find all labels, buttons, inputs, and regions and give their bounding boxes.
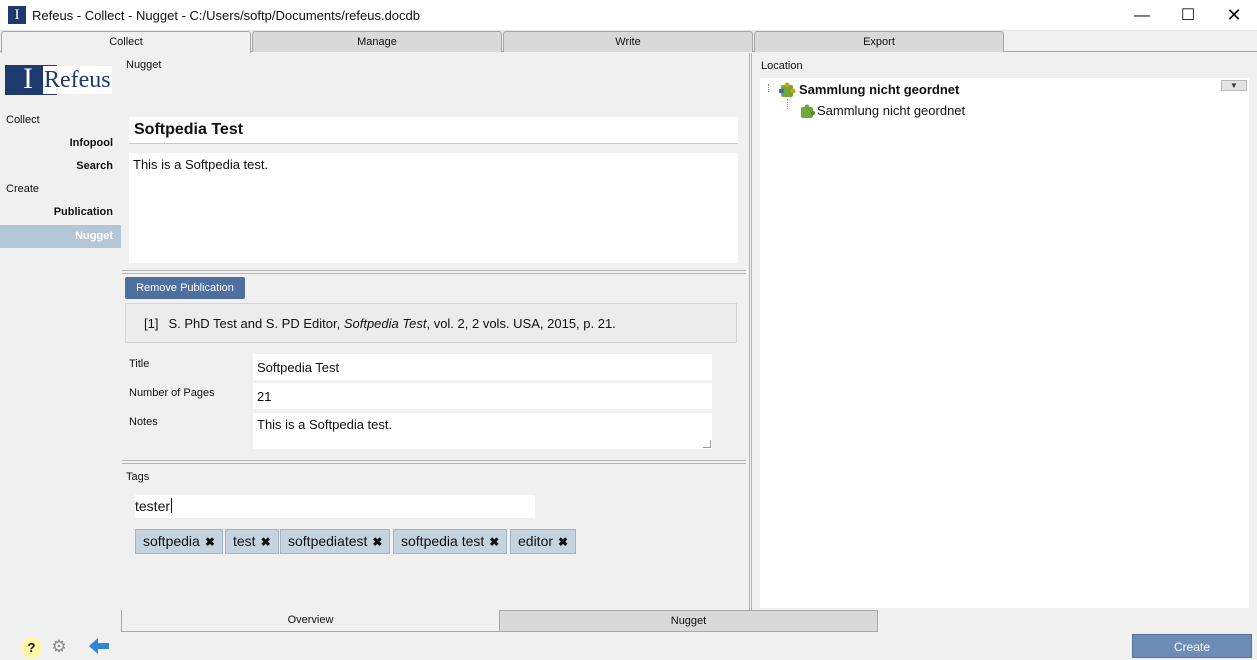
tag-chip[interactable]: test ✖	[225, 529, 279, 554]
refeus-logo: I Refeus	[5, 62, 115, 95]
nugget-section-label: Nugget	[126, 59, 162, 71]
remove-tag-icon[interactable]: ✖	[558, 535, 568, 549]
remove-tag-icon[interactable]: ✖	[372, 535, 382, 549]
location-dropdown-button[interactable]: ▼	[1221, 80, 1247, 91]
section-splitter[interactable]	[122, 270, 746, 274]
maximize-button[interactable]: ☐	[1165, 0, 1211, 31]
remove-publication-button[interactable]: Remove Publication	[125, 277, 245, 299]
panel-splitter[interactable]	[749, 53, 752, 610]
title-bar: I Refeus - Collect - Nugget - C:/Users/s…	[0, 0, 1257, 31]
tree-connector	[768, 84, 769, 92]
bottom-tab-bar: Overview Nugget	[121, 610, 878, 632]
puzzle-item-icon	[801, 104, 815, 118]
tag-chip-label: softpedia test	[401, 533, 485, 549]
tag-chip[interactable]: softpediatest ✖	[280, 529, 391, 554]
tag-chip[interactable]: editor ✖	[510, 529, 577, 554]
puzzle-folder-icon	[779, 82, 796, 97]
sidebar-item-nugget-label: Nugget	[75, 230, 113, 242]
sidebar-item-publication[interactable]: Publication	[54, 206, 113, 218]
close-button[interactable]: ✕	[1211, 0, 1257, 31]
location-tree[interactable]	[760, 78, 1249, 608]
gear-icon[interactable]: ⚙	[50, 638, 68, 656]
citation-box: [1] S. PhD Test and S. PD Editor, Softped…	[125, 303, 737, 343]
logo-mark-letter: I	[23, 62, 33, 95]
resize-grip-icon[interactable]	[703, 440, 711, 448]
tags-label: Tags	[126, 471, 150, 483]
pages-field-label: Number of Pages	[129, 387, 215, 399]
notes-text: This is a Softpedia test.	[257, 417, 393, 432]
citation-title: Softpedia Test	[343, 316, 427, 331]
main-tab-bar: Collect Manage Write Export	[0, 31, 1257, 53]
nugget-title-input[interactable]: Softpedia Test	[129, 117, 738, 144]
tree-root-node[interactable]: Sammlung nicht geordnet	[799, 82, 959, 97]
citation-number: [1]	[144, 316, 159, 331]
back-arrow-icon[interactable]	[88, 636, 110, 656]
remove-tag-icon[interactable]: ✖	[489, 535, 499, 549]
nav-group-create: Create	[6, 183, 40, 195]
tag-chip-label: softpedia	[143, 533, 200, 549]
sidebar-item-search[interactable]: Search	[76, 160, 113, 172]
tab-export[interactable]: Export	[754, 31, 1004, 52]
notes-textarea[interactable]: This is a Softpedia test.	[253, 413, 712, 449]
tag-chip-label: test	[233, 533, 256, 549]
tag-chip[interactable]: softpedia test ✖	[393, 529, 508, 554]
tag-chip-label: softpediatest	[288, 533, 368, 549]
tree-connector	[787, 99, 788, 109]
remove-tag-icon[interactable]: ✖	[261, 535, 271, 549]
tab-write[interactable]: Write	[503, 31, 753, 52]
citation-details: , vol. 2, 2 vols. USA, 2015, p. 21.	[426, 316, 616, 331]
tab-nugget[interactable]: Nugget	[499, 610, 878, 632]
tags-splitter[interactable]	[122, 460, 746, 464]
window-title: Refeus - Collect - Nugget - C:/Users/sof…	[32, 8, 420, 23]
tab-manage[interactable]: Manage	[252, 31, 502, 52]
title-field-label: Title	[129, 358, 150, 370]
sidebar: I Refeus Collect Infopool Search Create …	[0, 53, 121, 608]
create-button[interactable]: Create	[1132, 634, 1252, 658]
tab-collect[interactable]: Collect	[1, 31, 251, 53]
sidebar-item-nugget[interactable]: Nugget	[0, 225, 121, 248]
tag-chip[interactable]: softpedia ✖	[135, 529, 223, 554]
remove-tag-icon[interactable]: ✖	[205, 535, 215, 549]
notes-field-label: Notes	[129, 416, 158, 428]
tab-overview[interactable]: Overview	[121, 610, 500, 632]
app-icon: I	[8, 6, 26, 24]
tag-input[interactable]: tester	[135, 495, 535, 518]
tag-input-text: tester	[135, 498, 171, 514]
pages-field[interactable]: 21	[253, 383, 712, 409]
tree-child-node[interactable]: Sammlung nicht geordnet	[817, 103, 965, 118]
minimize-button[interactable]: —	[1119, 0, 1165, 31]
location-label: Location	[761, 60, 803, 72]
title-field[interactable]: Softpedia Test	[253, 354, 712, 380]
text-caret	[171, 498, 173, 513]
logo-word: Refeus	[43, 66, 112, 94]
nav-group-collect: Collect	[6, 114, 40, 126]
citation-authors: S. PhD Test and S. PD Editor,	[168, 316, 344, 331]
sidebar-item-infopool[interactable]: Infopool	[70, 137, 113, 149]
tag-chip-label: editor	[518, 533, 554, 549]
help-icon[interactable]: ?	[21, 637, 42, 658]
nugget-body-textarea[interactable]: This is a Softpedia test.	[129, 153, 738, 263]
